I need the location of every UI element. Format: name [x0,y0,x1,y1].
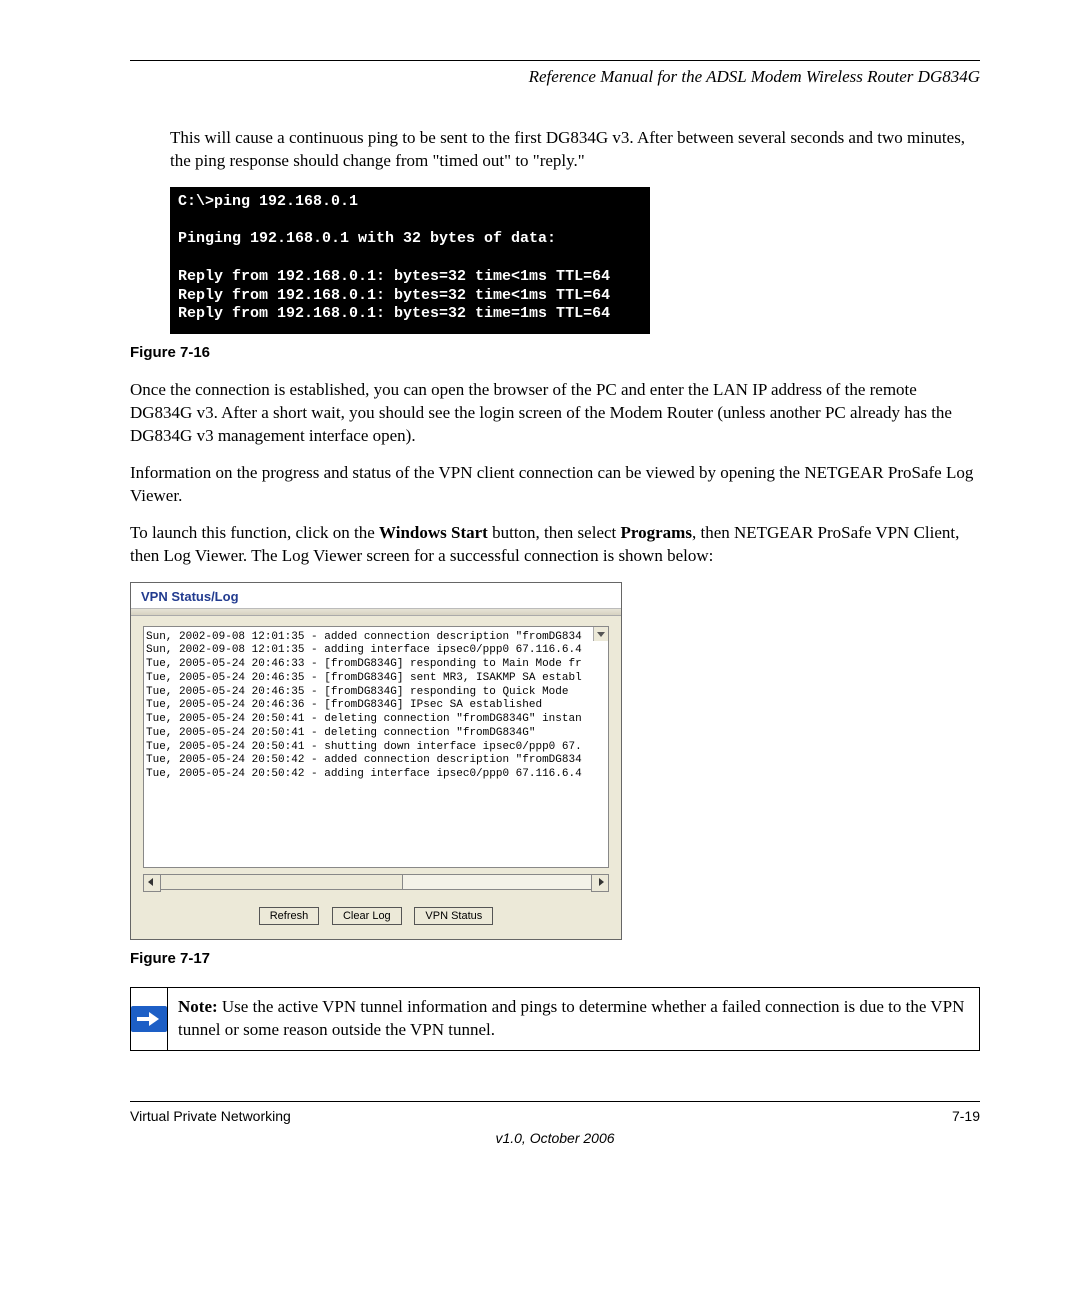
clear-log-button[interactable]: Clear Log [332,907,402,925]
scroll-thumb[interactable] [161,875,403,889]
refresh-button[interactable]: Refresh [259,907,320,925]
scroll-track[interactable] [161,874,591,890]
footer-page-number: 7-19 [952,1108,980,1124]
body-paragraph: Information on the progress and status o… [130,462,980,508]
footer-section: Virtual Private Networking [130,1108,291,1124]
bold-text: Programs [621,523,692,542]
bold-text: Windows Start [379,523,488,542]
vpn-log-textbox[interactable]: Sun, 2002-09-08 12:01:35 - added connect… [143,626,609,868]
note-callout: Note: Use the active VPN tunnel informat… [130,987,980,1051]
horizontal-scrollbar[interactable] [143,874,609,890]
vpn-log-lines: Sun, 2002-09-08 12:01:35 - added connect… [144,627,608,782]
body-paragraph: Once the connection is established, you … [130,379,980,448]
vpn-status-button[interactable]: VPN Status [414,907,493,925]
arrow-right-icon [131,1006,167,1032]
figure-caption: Figure 7-17 [130,950,980,967]
vpn-window-title: VPN Status/Log [131,583,621,609]
text-run: button, then select [488,523,621,542]
note-text: Use the active VPN tunnel information an… [178,997,964,1039]
command-prompt-output: C:\>ping 192.168.0.1 Pinging 192.168.0.1… [170,187,650,334]
footer-version: v1.0, October 2006 [130,1130,980,1146]
body-paragraph: This will cause a continuous ping to be … [130,127,980,173]
scroll-right-icon[interactable] [591,874,609,892]
note-label: Note: [178,997,218,1016]
vpn-log-window: VPN Status/Log Sun, 2002-09-08 12:01:35 … [130,582,622,940]
page-header: Reference Manual for the ADSL Modem Wire… [130,67,980,87]
scroll-down-icon[interactable] [593,627,608,641]
body-paragraph: To launch this function, click on the Wi… [130,522,980,568]
text-run: To launch this function, click on the [130,523,379,542]
scroll-left-icon[interactable] [143,874,161,892]
figure-caption: Figure 7-16 [130,344,980,361]
